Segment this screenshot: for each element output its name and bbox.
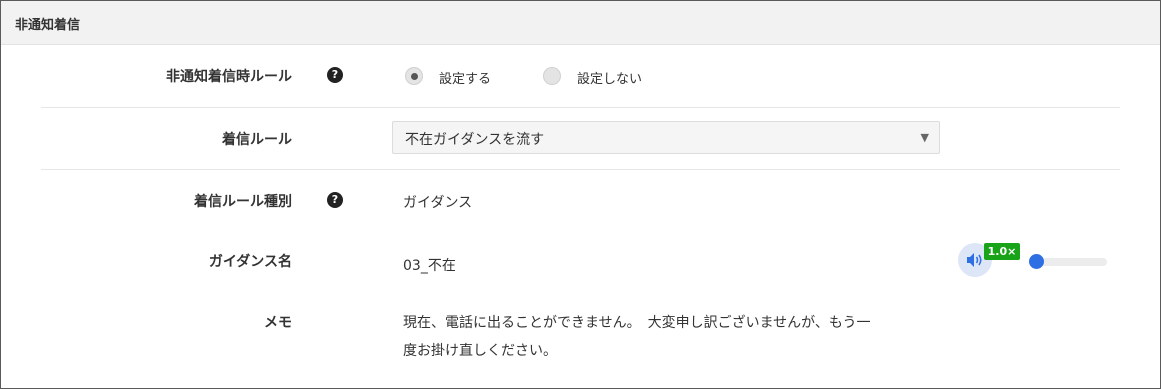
radio-disable[interactable] (543, 67, 561, 85)
non-notification-panel: 非通知着信 非通知着信時ルール ? 設定する 設定しない 着信ルール 不在ガイダ… (0, 0, 1161, 389)
rule-type-value: ガイダンス (403, 195, 473, 211)
memo-label: メモ (264, 315, 292, 331)
help-icon[interactable]: ? (327, 192, 343, 208)
rule-type-label: 着信ルール種別 (194, 194, 292, 210)
rule-toggle-label: 非通知着信時ルール (166, 69, 292, 85)
memo-line: 度お掛け直しください。 (403, 343, 557, 359)
incoming-rule-label: 着信ルール (222, 132, 292, 148)
radio-enable-label[interactable]: 設定する (439, 68, 491, 87)
playback-speed-badge[interactable]: 1.0× (984, 243, 1020, 260)
incoming-rule-value: 不在ガイダンスを流す (405, 132, 545, 148)
incoming-rule-select[interactable]: 不在ガイダンスを流す ▼ (392, 121, 940, 154)
memo-line: 現在、電話に出ることができません。 大変申し訳ございませんが、もう一 (403, 315, 871, 331)
slider-thumb[interactable] (1029, 254, 1044, 269)
divider (41, 107, 1120, 108)
panel-header: 非通知着信 (1, 1, 1160, 45)
panel-title: 非通知着信 (15, 18, 81, 33)
speaker-glyph (967, 253, 982, 267)
radio-disable-label[interactable]: 設定しない (577, 68, 642, 87)
help-icon[interactable]: ? (327, 67, 343, 83)
memo-text: 現在、電話に出ることができません。 大変申し訳ございませんが、もう一 度お掛け直… (403, 309, 963, 365)
chevron-down-icon: ▼ (920, 131, 929, 144)
guidance-name-value: 03_不在 (403, 258, 456, 274)
radio-enable[interactable] (405, 67, 423, 85)
divider (41, 169, 1120, 170)
guidance-name-label: ガイダンス名 (208, 254, 292, 270)
